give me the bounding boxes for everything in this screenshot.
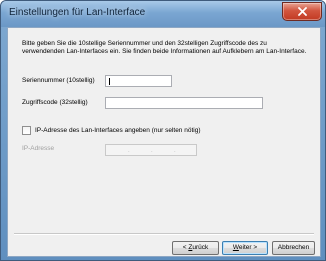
instructions-text: Bitte geben Sie die 10stellige Seriennum… [22,40,307,55]
ip-address-label: IP-Adresse [22,145,55,152]
ip-address-input[interactable]: . . . [105,144,197,156]
ip-octet-separator: . [128,148,130,154]
access-code-input[interactable] [105,97,263,109]
window-title: Einstellungen für Lan-Interface [9,7,146,18]
cancel-button[interactable]: Abbrechen [272,241,315,255]
ip-octet-separator: . [174,148,176,154]
button-separator [14,233,314,235]
back-button[interactable]: < Zurück [172,241,219,255]
text-cursor [109,78,110,85]
dialog-window: Einstellungen für Lan-Interface Bitte ge… [0,0,326,261]
next-button[interactable]: Weiter > [222,241,268,255]
ip-address-checkbox[interactable] [22,126,31,135]
access-code-label: Zugriffscode (32stellig) [22,99,88,106]
serial-number-label: Seriennummer (10stellig) [22,77,95,84]
title-bar[interactable]: Einstellungen für Lan-Interface [1,1,325,27]
back-button-label: urück [192,244,209,251]
ip-address-checkbox-label[interactable]: IP-Adresse des Lan-Interfaces angeben (n… [35,127,201,134]
ip-octet-separator: . [151,148,153,154]
close-icon [297,7,307,16]
next-button-label: eiter > [238,244,258,251]
dialog-body: Bitte geben Sie die 10stellige Seriennum… [7,27,321,257]
close-button[interactable] [282,2,322,21]
serial-number-input[interactable] [105,75,172,87]
